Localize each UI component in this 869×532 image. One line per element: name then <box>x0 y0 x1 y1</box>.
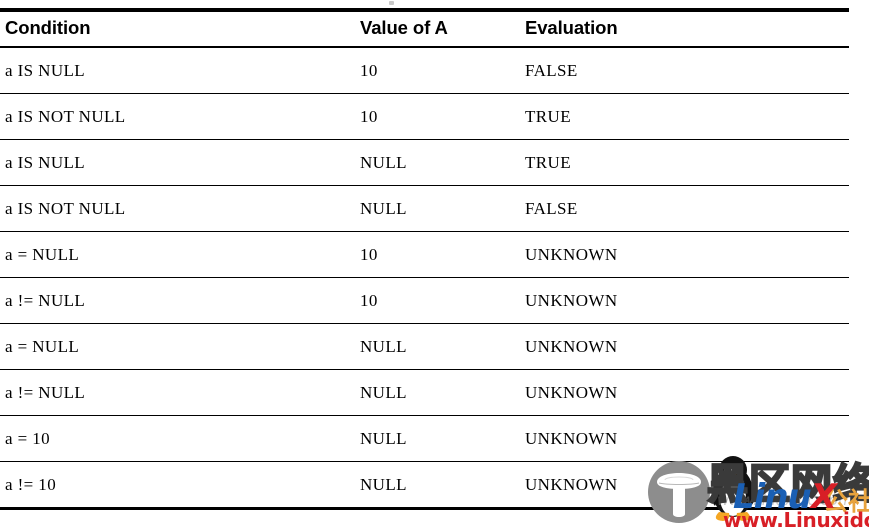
table-row: a != NULL NULL UNKNOWN <box>0 369 849 416</box>
cell-condition: a != NULL <box>0 277 360 324</box>
document-page: Condition Value of A Evaluation a IS NUL… <box>0 0 869 532</box>
cell-value: 10 <box>360 47 525 94</box>
table-row: a IS NULL NULL TRUE <box>0 139 849 186</box>
cell-condition: a = NULL <box>0 231 360 278</box>
table-header-row: Condition Value of A Evaluation <box>0 8 849 48</box>
cell-condition: a = 10 <box>0 415 360 462</box>
cell-value: NULL <box>360 461 525 510</box>
table-row: a = NULL NULL UNKNOWN <box>0 323 849 370</box>
column-header-evaluation: Evaluation <box>525 8 849 48</box>
cell-value: NULL <box>360 185 525 232</box>
cell-evaluation: TRUE <box>525 139 849 186</box>
cell-evaluation: UNKNOWN <box>525 415 849 462</box>
cell-condition: a != NULL <box>0 369 360 416</box>
table-row: a != 10 NULL UNKNOWN <box>0 461 849 510</box>
cell-value: 10 <box>360 93 525 140</box>
table-header: Condition Value of A Evaluation <box>0 8 849 48</box>
table-row: a = NULL 10 UNKNOWN <box>0 231 849 278</box>
column-header-condition: Condition <box>0 8 360 48</box>
cell-evaluation: UNKNOWN <box>525 277 849 324</box>
cell-value: NULL <box>360 323 525 370</box>
cell-evaluation: FALSE <box>525 47 849 94</box>
table-row: a = 10 NULL UNKNOWN <box>0 415 849 462</box>
cell-condition: a IS NULL <box>0 139 360 186</box>
table-row: a IS NULL 10 FALSE <box>0 47 849 94</box>
cell-evaluation: UNKNOWN <box>525 369 849 416</box>
cell-evaluation: FALSE <box>525 185 849 232</box>
cell-value: NULL <box>360 139 525 186</box>
cell-condition: a IS NULL <box>0 47 360 94</box>
cell-evaluation: UNKNOWN <box>525 461 849 510</box>
table-body: a IS NULL 10 FALSE a IS NOT NULL 10 TRUE… <box>0 47 849 510</box>
null-condition-evaluation-table: Condition Value of A Evaluation a IS NUL… <box>0 8 849 510</box>
cell-value: NULL <box>360 415 525 462</box>
cell-value: 10 <box>360 277 525 324</box>
table-row: a IS NOT NULL NULL FALSE <box>0 185 849 232</box>
cell-value: NULL <box>360 369 525 416</box>
cell-condition: a IS NOT NULL <box>0 93 360 140</box>
table-row: a != NULL 10 UNKNOWN <box>0 277 849 324</box>
cell-condition: a = NULL <box>0 323 360 370</box>
cell-condition: a IS NOT NULL <box>0 185 360 232</box>
scan-artifact-speck <box>389 1 394 5</box>
cell-evaluation: UNKNOWN <box>525 231 849 278</box>
cell-evaluation: UNKNOWN <box>525 323 849 370</box>
cell-evaluation: TRUE <box>525 93 849 140</box>
cell-condition: a != 10 <box>0 461 360 510</box>
column-header-value-of-a: Value of A <box>360 8 525 48</box>
cell-value: 10 <box>360 231 525 278</box>
watermark-url: www.Linuxidc.com <box>723 508 869 532</box>
table-row: a IS NOT NULL 10 TRUE <box>0 93 849 140</box>
